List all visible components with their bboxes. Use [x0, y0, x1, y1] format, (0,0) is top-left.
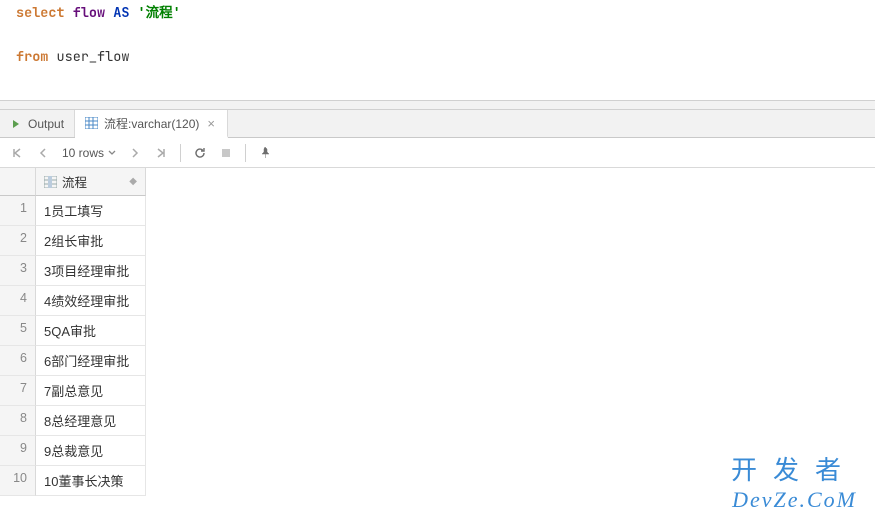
pin-button[interactable] [254, 142, 276, 164]
table-row[interactable]: 88总经理意见 [0, 406, 875, 436]
row-number: 7 [0, 376, 36, 406]
cell[interactable]: 10董事长决策 [36, 466, 146, 496]
tab-output[interactable]: Output [0, 110, 75, 137]
sql-line-2: from user_flow [6, 46, 875, 68]
grid-body: 11员工填写22组长审批33项目经理审批44绩效经理审批55QA审批66部门经理… [0, 196, 875, 496]
sql-line-1: select flow AS '流程' [6, 2, 875, 24]
row-number: 9 [0, 436, 36, 466]
table-row[interactable]: 99总裁意见 [0, 436, 875, 466]
row-number: 1 [0, 196, 36, 226]
cell[interactable]: 4绩效经理审批 [36, 286, 146, 316]
table-row[interactable]: 11员工填写 [0, 196, 875, 226]
rows-label: 10 rows [62, 146, 104, 160]
row-number: 5 [0, 316, 36, 346]
cell[interactable]: 5QA审批 [36, 316, 146, 346]
toolbar-separator [180, 144, 181, 162]
cell[interactable]: 8总经理意见 [36, 406, 146, 436]
play-icon [10, 118, 22, 130]
table-row[interactable]: 22组长审批 [0, 226, 875, 256]
cell[interactable]: 1员工填写 [36, 196, 146, 226]
table-row[interactable]: 44绩效经理审批 [0, 286, 875, 316]
row-number: 3 [0, 256, 36, 286]
row-number: 4 [0, 286, 36, 316]
row-number: 8 [0, 406, 36, 436]
result-toolbar: 10 rows [0, 138, 875, 168]
result-tabs: Output 流程:varchar(120) × [0, 110, 875, 138]
sql-editor[interactable]: select flow AS '流程' from user_flow [0, 0, 875, 100]
column-icon [44, 176, 57, 188]
tab-result[interactable]: 流程:varchar(120) × [75, 110, 228, 138]
result-grid: 流程 ◆ 11员工填写22组长审批33项目经理审批44绩效经理审批55QA审批6… [0, 168, 875, 496]
cell[interactable]: 6部门经理审批 [36, 346, 146, 376]
column-header-label: 流程 [62, 172, 87, 191]
grid-header-row: 流程 ◆ [0, 168, 875, 196]
sql-blank-line [6, 24, 875, 46]
cell[interactable]: 2组长审批 [36, 226, 146, 256]
rows-dropdown[interactable]: 10 rows [58, 146, 120, 160]
table-row[interactable]: 66部门经理审批 [0, 346, 875, 376]
prev-page-button[interactable] [32, 142, 54, 164]
cell[interactable]: 9总裁意见 [36, 436, 146, 466]
table-icon [85, 117, 98, 129]
row-number: 10 [0, 466, 36, 496]
chevron-down-icon [108, 149, 116, 157]
row-number: 6 [0, 346, 36, 376]
tab-result-label: 流程:varchar(120) [104, 115, 199, 132]
stop-button[interactable] [215, 142, 237, 164]
sort-icon[interactable]: ◆ [129, 176, 137, 187]
next-page-button[interactable] [124, 142, 146, 164]
table-row[interactable]: 55QA审批 [0, 316, 875, 346]
table-row[interactable]: 1010董事长决策 [0, 466, 875, 496]
last-page-button[interactable] [150, 142, 172, 164]
first-page-button[interactable] [6, 142, 28, 164]
cell[interactable]: 7副总意见 [36, 376, 146, 406]
reload-button[interactable] [189, 142, 211, 164]
row-number: 2 [0, 226, 36, 256]
table-row[interactable]: 33项目经理审批 [0, 256, 875, 286]
pane-separator[interactable] [0, 100, 875, 110]
rownum-header[interactable] [0, 168, 36, 196]
toolbar-separator [245, 144, 246, 162]
table-row[interactable]: 77副总意见 [0, 376, 875, 406]
close-icon[interactable]: × [205, 116, 217, 131]
column-header[interactable]: 流程 ◆ [36, 168, 146, 196]
tab-output-label: Output [28, 117, 64, 131]
cell[interactable]: 3项目经理审批 [36, 256, 146, 286]
